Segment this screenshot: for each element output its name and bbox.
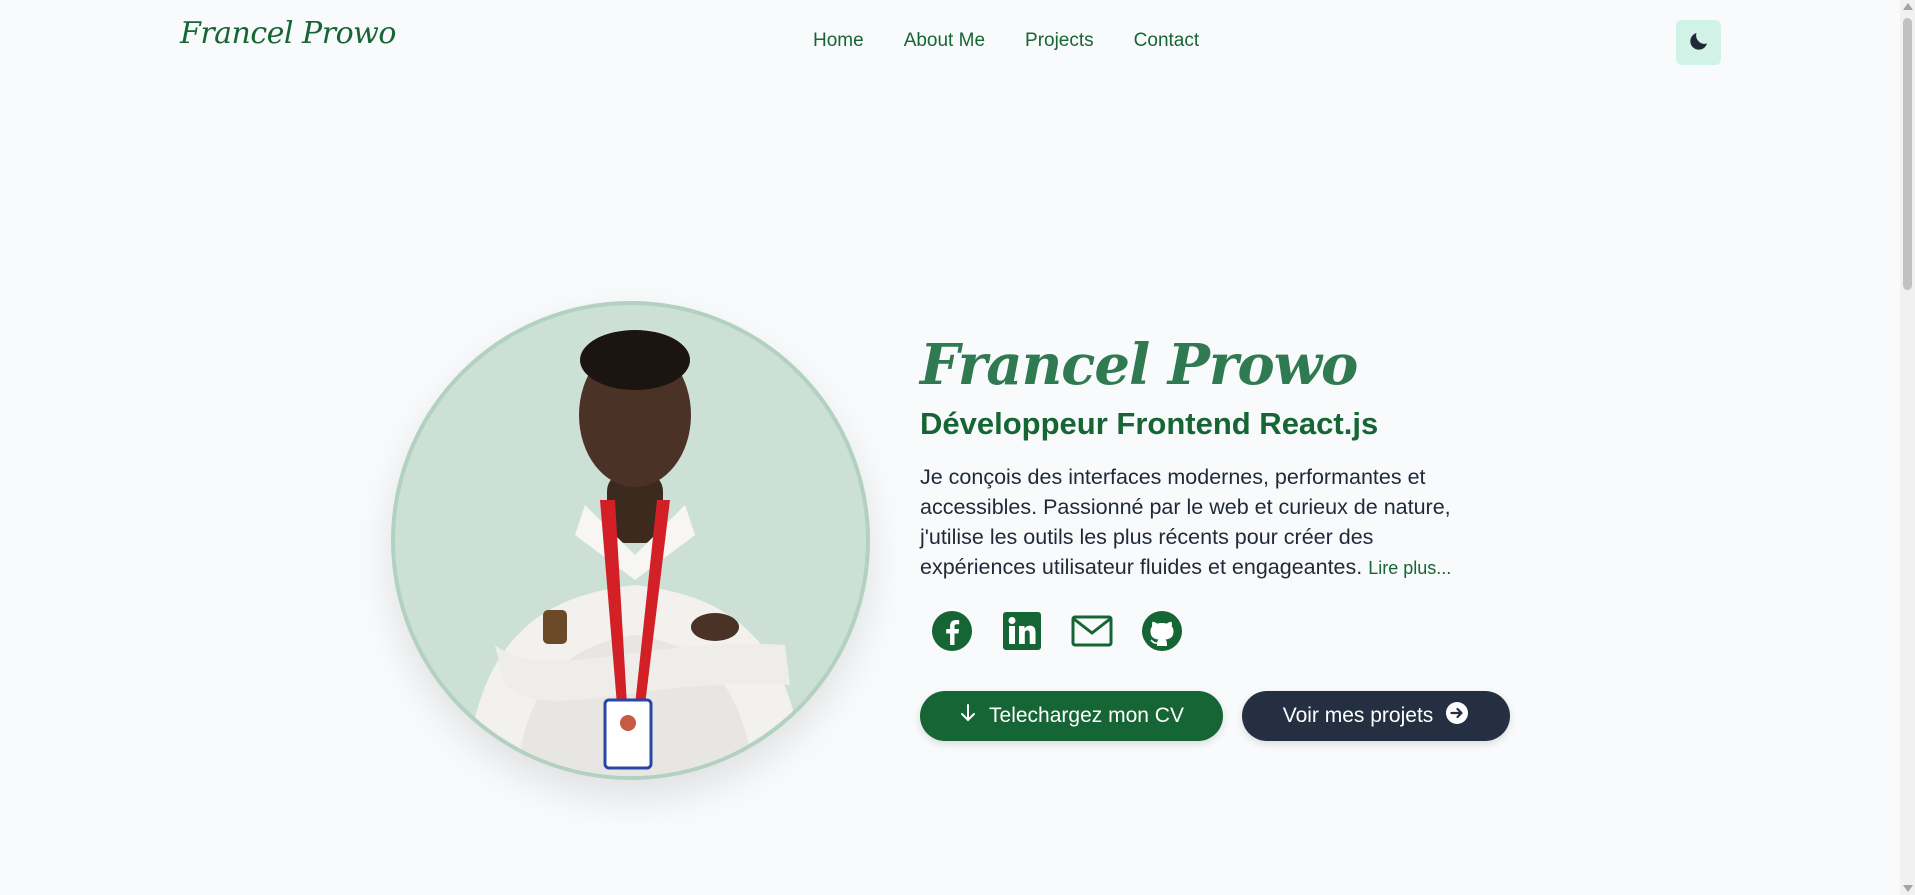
hero-section: Francel Prowo Développeur Frontend React… [920,330,1500,583]
hero-name: Francel Prowo [920,332,1358,398]
scroll-thumb[interactable] [1903,18,1912,290]
nav-link-about[interactable]: About Me [904,30,985,52]
main-nav: Home About Me Projects Contact [813,30,1199,52]
page: Francel Prowo Home About Me Projects Con… [0,0,1915,895]
mail-icon[interactable] [1070,609,1113,652]
site-header: Francel Prowo Home About Me Projects Con… [0,0,1900,84]
download-cv-button[interactable]: Telechargez mon CV [920,691,1223,741]
facebook-icon[interactable] [930,609,973,652]
linkedin-icon[interactable] [1000,609,1043,652]
nav-link-contact[interactable]: Contact [1134,30,1199,52]
moon-icon [1687,29,1711,56]
download-cv-label: Telechargez mon CV [989,704,1184,727]
nav-link-projects[interactable]: Projects [1025,30,1094,52]
view-projects-button[interactable]: Voir mes projets [1242,691,1510,741]
theme-toggle-button[interactable] [1676,20,1721,65]
scroll-down-arrow-icon[interactable] [1903,885,1913,892]
social-links [930,609,1183,652]
view-projects-label: Voir mes projets [1282,704,1434,727]
hero-role: Développeur Frontend React.js [920,406,1379,441]
read-more-link[interactable]: Lire plus... [1368,558,1451,578]
github-icon[interactable] [1140,609,1183,652]
page-scrollbar[interactable] [1900,0,1915,895]
profile-photo [391,301,870,780]
site-logo[interactable]: Francel Prowo [180,16,396,51]
arrow-right-circle-icon [1445,701,1469,731]
scroll-up-arrow-icon[interactable] [1903,3,1913,10]
portrait-illustration [465,330,805,776]
arrow-down-icon [959,703,977,729]
nav-link-home[interactable]: Home [813,30,864,52]
hero-description: Je conçois des interfaces modernes, perf… [920,462,1490,583]
